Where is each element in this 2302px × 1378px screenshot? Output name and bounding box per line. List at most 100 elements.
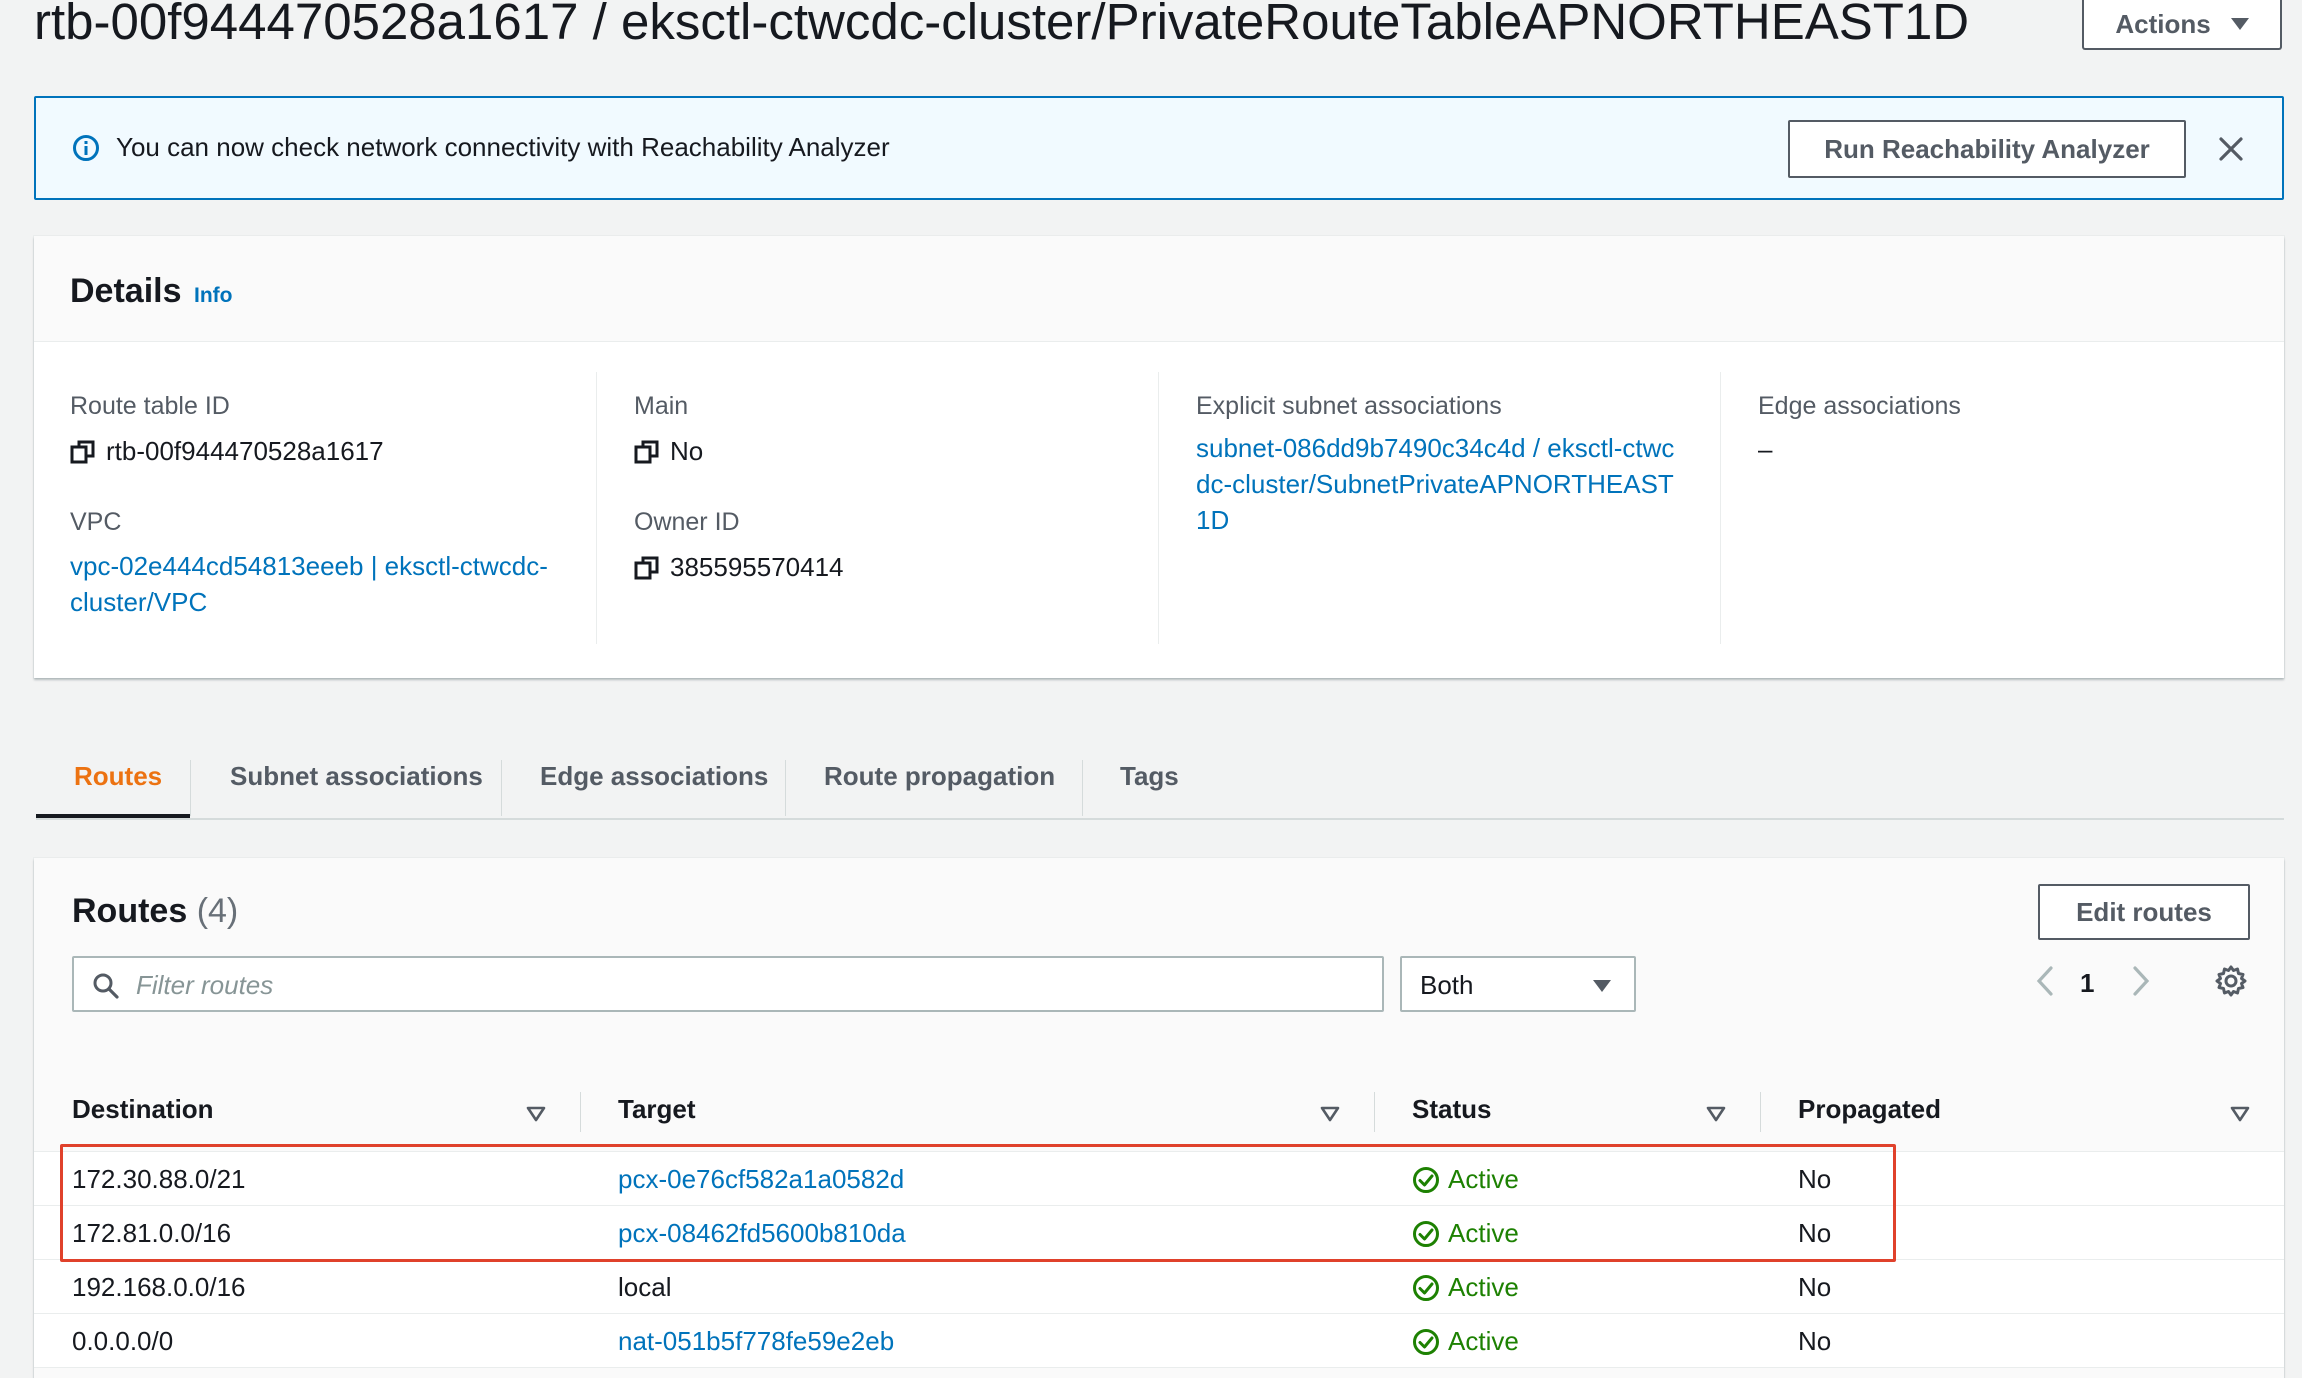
previous-page-icon[interactable]: [2034, 964, 2056, 998]
success-check-icon: [1413, 1328, 1439, 1355]
filter-routes-input[interactable]: [134, 968, 1368, 1002]
propagated-cell: No: [1798, 1272, 1832, 1302]
page-number[interactable]: 1: [2080, 968, 2094, 999]
copy-icon[interactable]: [634, 439, 660, 465]
column-header-status[interactable]: Status: [1412, 1094, 1491, 1125]
tab-separator: [1082, 760, 1083, 816]
target-link[interactable]: pcx-08462fd5600b810da: [618, 1218, 906, 1249]
column-divider: [596, 372, 597, 644]
edit-routes-button[interactable]: Edit routes: [2038, 884, 2250, 940]
explicit-subnet-label: Explicit subnet associations: [1196, 392, 1502, 420]
column-separator: [1374, 1092, 1375, 1132]
status-text: Active: [1448, 1218, 1519, 1248]
vpc-label: VPC: [70, 508, 122, 536]
status-cell: Active: [1412, 1326, 1519, 1357]
close-icon[interactable]: [2214, 132, 2248, 166]
propagated-cell: No: [1798, 1218, 1832, 1248]
status-text: Active: [1448, 1326, 1519, 1356]
column-divider: [1720, 372, 1721, 644]
tab-route-propagation[interactable]: Route propagation: [824, 734, 1055, 818]
caret-down-icon: [2230, 18, 2249, 30]
sort-icon[interactable]: [2230, 1106, 2250, 1122]
target-cell: local: [618, 1272, 672, 1302]
tab-routes[interactable]: Routes: [74, 734, 162, 818]
propagated-cell: No: [1798, 1326, 1832, 1356]
explicit-subnet-link[interactable]: subnet-086dd9b7490c34c4d / eksctl-ctwcdc…: [1196, 430, 1676, 538]
tab-bar: Routes Subnet associations Edge associat…: [36, 734, 2284, 820]
success-check-icon: [1413, 1274, 1439, 1301]
info-banner: You can now check network connectivity w…: [34, 96, 2284, 200]
destination-cell: 172.30.88.0/21: [72, 1164, 246, 1194]
select-value: Both: [1420, 970, 1474, 1000]
tab-subnet-associations[interactable]: Subnet associations: [230, 734, 483, 818]
next-page-icon[interactable]: [2130, 964, 2152, 998]
info-link[interactable]: Info: [194, 284, 232, 308]
success-check-icon: [1413, 1220, 1439, 1247]
sort-icon[interactable]: [1320, 1106, 1340, 1122]
edge-associations-label: Edge associations: [1758, 392, 1961, 420]
table-row[interactable]: 172.81.0.0/16 pcx-08462fd5600b810da Active…: [34, 1206, 2284, 1260]
destination-cell: 0.0.0.0/0: [72, 1326, 174, 1356]
column-header-propagated[interactable]: Propagated: [1798, 1094, 1941, 1125]
table-header: Destination Target Status Propagated: [34, 1072, 2284, 1152]
propagation-select[interactable]: Both: [1400, 956, 1636, 1012]
active-tab-indicator: [36, 814, 190, 818]
run-reachability-analyzer-button[interactable]: Run Reachability Analyzer: [1788, 120, 2186, 178]
gear-icon[interactable]: [2214, 964, 2248, 998]
tab-separator: [190, 760, 191, 816]
details-panel: Details Info Route table ID rtb-00f94447…: [34, 236, 2284, 678]
destination-cell: 172.81.0.0/16: [72, 1218, 232, 1248]
actions-label: Actions: [2115, 8, 2211, 39]
copy-icon[interactable]: [634, 555, 660, 581]
column-header-target[interactable]: Target: [618, 1094, 696, 1125]
route-table-id-label: Route table ID: [70, 392, 230, 420]
actions-button[interactable]: Actions: [2082, 0, 2282, 50]
routes-count: (4): [196, 892, 239, 930]
tab-tags[interactable]: Tags: [1120, 734, 1179, 818]
edge-associations-value: –: [1758, 434, 1773, 464]
sort-icon[interactable]: [526, 1106, 546, 1122]
column-separator: [1760, 1092, 1761, 1132]
main-label: Main: [634, 392, 689, 420]
status-cell: Active: [1412, 1164, 1519, 1195]
status-cell: Active: [1412, 1218, 1519, 1249]
search-icon: [93, 973, 119, 999]
status-cell: Active: [1412, 1272, 1519, 1303]
tab-separator: [501, 760, 502, 816]
column-header-destination[interactable]: Destination: [72, 1094, 214, 1125]
banner-message: You can now check network connectivity w…: [116, 132, 890, 162]
route-table-id-value: rtb-00f944470528a1617: [70, 436, 384, 467]
tab-separator: [785, 760, 786, 816]
success-check-icon: [1413, 1166, 1439, 1193]
routes-title: Routes: [72, 892, 188, 930]
destination-cell: 192.168.0.0/16: [72, 1272, 246, 1302]
target-link[interactable]: nat-051b5f778fe59e2eb: [618, 1326, 894, 1357]
details-header: [34, 236, 2284, 342]
column-divider: [1158, 372, 1159, 644]
route-table-id-text: rtb-00f944470528a1617: [106, 436, 384, 466]
routes-panel: Routes (4) Edit routes Both 1 Destinatio…: [34, 858, 2284, 1378]
status-text: Active: [1448, 1164, 1519, 1194]
status-text: Active: [1448, 1272, 1519, 1302]
routes-heading: Routes (4): [72, 892, 238, 931]
tab-edge-associations[interactable]: Edge associations: [540, 734, 768, 818]
column-separator: [580, 1092, 581, 1132]
propagated-cell: No: [1798, 1164, 1832, 1194]
filter-field[interactable]: [72, 956, 1384, 1012]
caret-down-icon: [1593, 980, 1611, 992]
owner-id-label: Owner ID: [634, 508, 740, 536]
details-title: Details: [70, 272, 182, 310]
copy-icon[interactable]: [70, 439, 96, 465]
owner-id-text: 385595570414: [670, 552, 844, 582]
table-row[interactable]: 0.0.0.0/0 nat-051b5f778fe59e2eb Active No: [34, 1314, 2284, 1368]
table-row[interactable]: 172.30.88.0/21 pcx-0e76cf582a1a0582d Activ…: [34, 1152, 2284, 1206]
owner-id-value: 385595570414: [634, 552, 844, 583]
page-title: rtb-00f944470528a1617 / eksctl-ctwcdc-cl…: [34, 0, 1970, 50]
main-value-text: No: [670, 436, 704, 466]
info-icon: [73, 135, 99, 161]
table-row[interactable]: 192.168.0.0/16 local Active No: [34, 1260, 2284, 1314]
vpc-link[interactable]: vpc-02e444cd54813eeeb | eksctl-ctwcdc-cl…: [70, 548, 580, 620]
main-value: No: [634, 436, 703, 467]
sort-icon[interactable]: [1706, 1106, 1726, 1122]
target-link[interactable]: pcx-0e76cf582a1a0582d: [618, 1164, 904, 1195]
